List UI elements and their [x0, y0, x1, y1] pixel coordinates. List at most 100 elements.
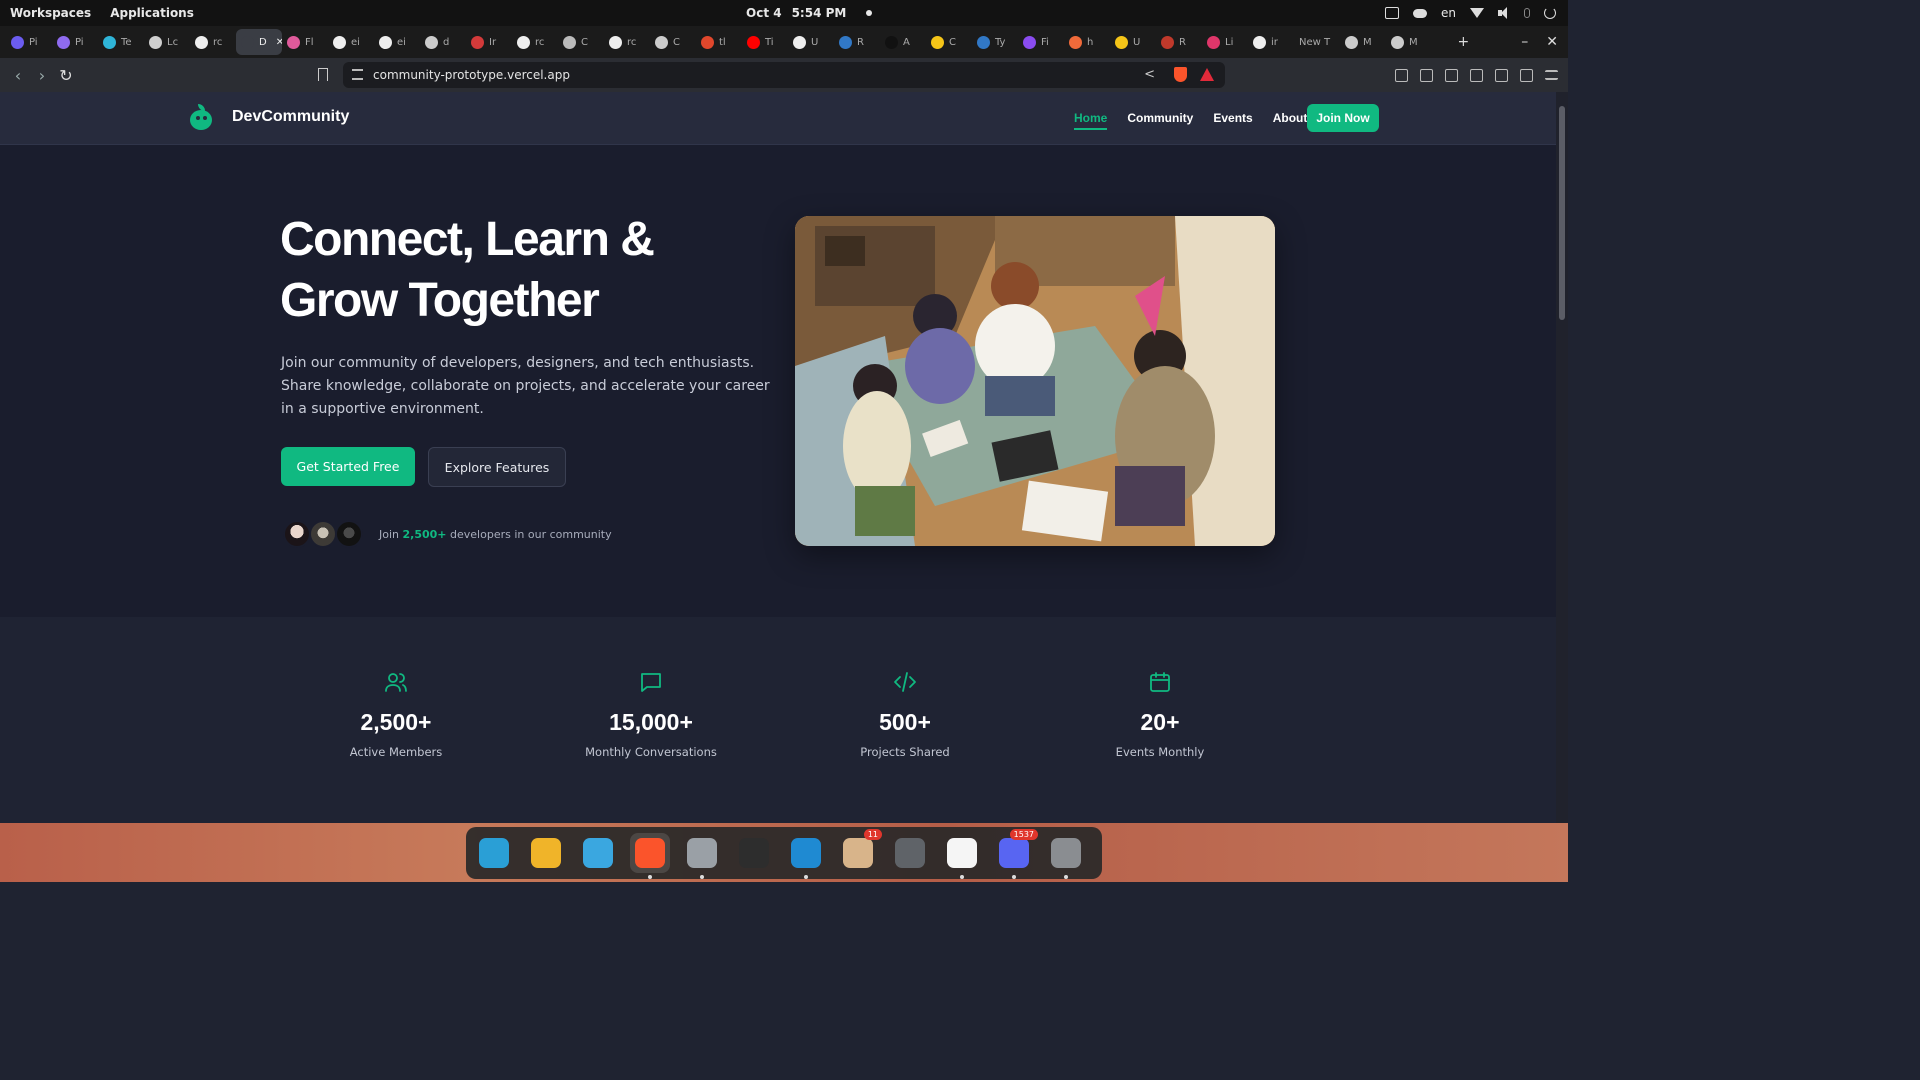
keyboard-language[interactable]: en — [1441, 6, 1456, 20]
share-icon[interactable]: < — [1144, 67, 1155, 82]
workspaces-menu[interactable]: Workspaces — [10, 6, 91, 20]
extension-icon[interactable] — [1395, 68, 1408, 82]
tab-favicon-icon — [57, 35, 70, 49]
puzzle-icon[interactable] — [1420, 68, 1433, 82]
power-icon[interactable] — [1544, 7, 1556, 19]
disk-utility-icon[interactable] — [1046, 833, 1086, 879]
brave-rewards-icon[interactable] — [1200, 68, 1214, 81]
browser-tab[interactable]: d — [420, 29, 466, 55]
update-manager-icon[interactable]: 11 — [838, 829, 882, 873]
browser-tab[interactable]: ei — [328, 29, 374, 55]
discord-icon[interactable]: 1537 — [994, 829, 1038, 879]
back-icon[interactable]: ‹ — [6, 66, 30, 85]
running-indicator — [648, 875, 652, 879]
hero-title: Connect, Learn & Grow Together — [280, 209, 760, 331]
browser-tab[interactable]: Li — [1202, 29, 1248, 55]
browser-tab[interactable]: A — [880, 29, 926, 55]
browser-tab[interactable]: U — [788, 29, 834, 55]
browser-tab[interactable]: M — [1340, 29, 1386, 55]
tab-favicon-icon — [793, 35, 806, 49]
new-tab-button[interactable]: + — [1458, 34, 1470, 50]
site-settings-icon[interactable] — [352, 69, 363, 80]
screen-icon[interactable] — [1385, 7, 1399, 19]
address-bar[interactable]: community-prototype.vercel.app < — [343, 62, 1225, 88]
sidebar-icon[interactable] — [1470, 68, 1483, 82]
bookmark-icon[interactable] — [318, 68, 328, 81]
running-indicator — [804, 875, 808, 879]
reload-icon[interactable]: ↻ — [54, 66, 78, 85]
tab-favicon-icon — [195, 35, 208, 49]
wallet-icon[interactable] — [1495, 68, 1508, 82]
browser-tab[interactable]: Ty — [972, 29, 1018, 55]
search-app-icon[interactable] — [474, 833, 514, 873]
wave-app-icon[interactable] — [942, 833, 982, 879]
forward-icon[interactable]: › — [30, 66, 54, 85]
get-started-button[interactable]: Get Started Free — [281, 447, 415, 486]
community-prefix: Join — [379, 528, 400, 541]
scrollbar-thumb[interactable] — [1559, 106, 1565, 320]
gamepad-icon[interactable] — [1413, 8, 1427, 18]
close-window-icon[interactable]: ✕ — [1546, 34, 1558, 50]
browser-tab[interactable]: rc — [604, 29, 650, 55]
leo-ai-icon[interactable] — [1520, 68, 1533, 82]
tab-label: C — [673, 36, 680, 48]
browser-tab[interactable]: C — [926, 29, 972, 55]
avatar — [335, 520, 363, 548]
browser-tab[interactable]: Fi — [1018, 29, 1064, 55]
terminal-icon[interactable] — [734, 833, 774, 873]
browser-tab[interactable]: U — [1110, 29, 1156, 55]
settings-icon[interactable] — [890, 833, 930, 873]
brand-name[interactable]: DevCommunity — [232, 108, 349, 126]
browser-tab[interactable]: Pi — [52, 29, 98, 55]
browser-tab[interactable]: Ti — [742, 29, 788, 55]
browser-tab[interactable]: Te — [98, 29, 144, 55]
applications-menu[interactable]: Applications — [110, 6, 194, 20]
wifi-icon[interactable] — [1470, 8, 1484, 18]
browser-tab[interactable]: rc — [190, 29, 236, 55]
wave-app-icon-glyph — [947, 838, 977, 868]
browser-tab[interactable]: New T — [1294, 29, 1340, 55]
browser-tab[interactable]: M — [1386, 29, 1432, 55]
explore-features-button[interactable]: Explore Features — [428, 447, 566, 487]
stat-value: 15,000+ — [609, 709, 693, 735]
files-preview-icon[interactable] — [526, 833, 566, 873]
logo-icon[interactable] — [189, 104, 213, 130]
join-now-button[interactable]: Join Now — [1307, 104, 1379, 132]
nav-community[interactable]: Community — [1127, 111, 1193, 125]
browser-tab[interactable]: rc — [512, 29, 558, 55]
microphone-icon[interactable] — [1524, 8, 1530, 18]
running-indicator — [1012, 875, 1016, 879]
browser-tab[interactable]: Ir — [466, 29, 512, 55]
browser-tab[interactable]: C — [650, 29, 696, 55]
page-scrollbar[interactable] — [1556, 92, 1568, 823]
browser-tab[interactable]: D ✕ — [236, 29, 282, 55]
browser-tab[interactable]: C — [558, 29, 604, 55]
app-grid-icon[interactable] — [578, 833, 618, 873]
browser-tab[interactable]: Fl — [282, 29, 328, 55]
browser-tab[interactable]: h — [1064, 29, 1110, 55]
browser-tab[interactable]: tl — [696, 29, 742, 55]
url-text[interactable]: community-prototype.vercel.app — [373, 68, 570, 82]
browser-tab[interactable]: Lc — [144, 29, 190, 55]
files-preview-icon-glyph — [531, 838, 561, 868]
stat-label: Monthly Conversations — [585, 745, 717, 759]
browser-tab[interactable]: Pi — [6, 29, 52, 55]
file-manager-icon[interactable] — [682, 833, 722, 879]
clock[interactable]: Oct 4 5:54 PM — [746, 0, 873, 26]
browser-tab[interactable]: ei — [374, 29, 420, 55]
browser-tab[interactable]: R — [1156, 29, 1202, 55]
screenshot-icon[interactable] — [1445, 68, 1458, 82]
vscode-icon[interactable] — [786, 833, 826, 879]
brave-browser-icon[interactable] — [630, 833, 670, 879]
volume-icon[interactable] — [1498, 7, 1510, 19]
browser-tab[interactable]: R — [834, 29, 880, 55]
browser-tab[interactable]: ir — [1248, 29, 1294, 55]
minimize-icon[interactable]: – — [1521, 34, 1528, 50]
nav-about[interactable]: About — [1273, 111, 1308, 125]
menu-icon[interactable] — [1545, 70, 1558, 80]
clock-date: Oct 4 — [746, 6, 782, 20]
brave-shields-icon[interactable] — [1174, 67, 1187, 82]
tab-label: Lc — [167, 36, 179, 48]
nav-events[interactable]: Events — [1213, 111, 1252, 125]
nav-home[interactable]: Home — [1074, 111, 1108, 130]
